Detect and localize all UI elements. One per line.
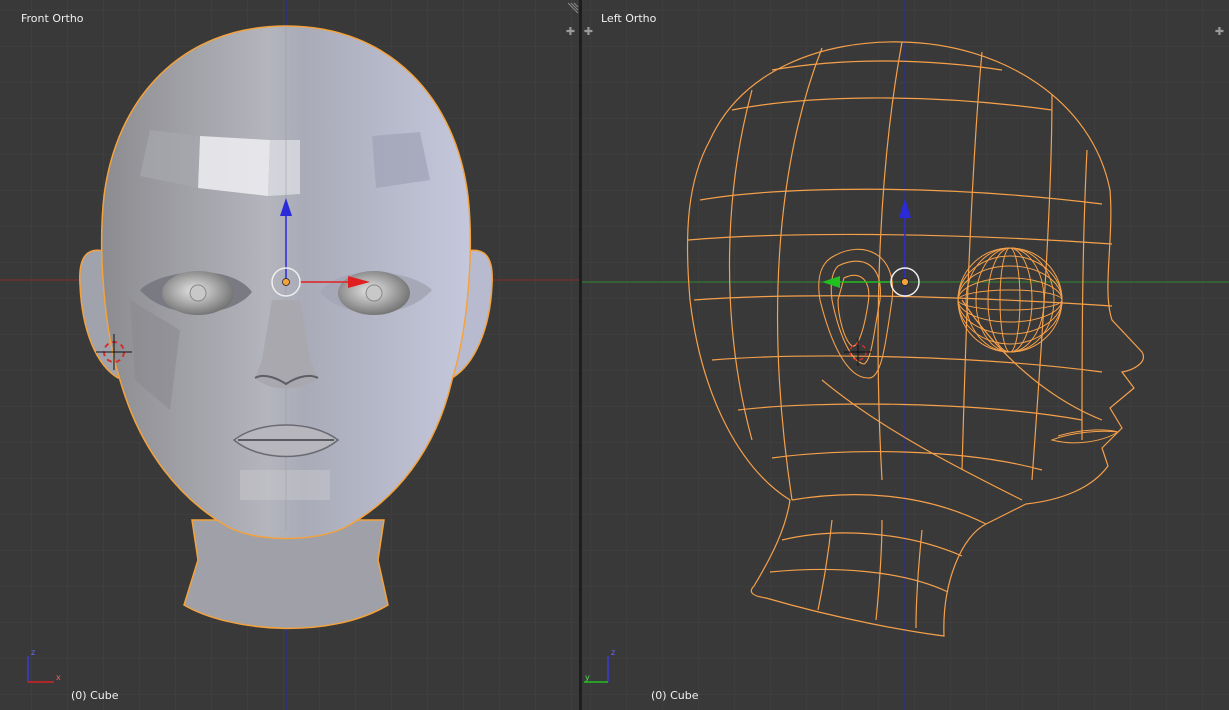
gizmo-label-x: x — [56, 673, 61, 682]
viewport-left-ortho[interactable]: z y Left Ortho (0) Cube ✚ ✚ — [582, 0, 1229, 710]
viewport-status: (0) Cube — [71, 689, 119, 702]
viewport-title: Left Ortho — [601, 12, 657, 25]
plus-icon[interactable]: ✚ — [565, 26, 576, 37]
gizmo-label-y: y — [585, 673, 590, 682]
hatch-icon[interactable] — [566, 2, 579, 15]
gizmo-label-z: z — [31, 648, 35, 657]
viewport-canvas-front[interactable]: z x — [0, 0, 579, 710]
viewport-title: Front Ortho — [21, 12, 84, 25]
viewport-front-ortho[interactable]: z x Front Ortho (0) Cube ✚ — [0, 0, 579, 710]
viewport-status: (0) Cube — [651, 689, 699, 702]
gizmo-label-z: z — [611, 648, 615, 657]
viewport-canvas-left[interactable]: z y — [582, 0, 1229, 710]
plus-icon[interactable]: ✚ — [583, 26, 594, 37]
object-origin — [282, 278, 290, 286]
plus-icon[interactable]: ✚ — [1214, 26, 1225, 37]
object-origin — [901, 278, 909, 286]
